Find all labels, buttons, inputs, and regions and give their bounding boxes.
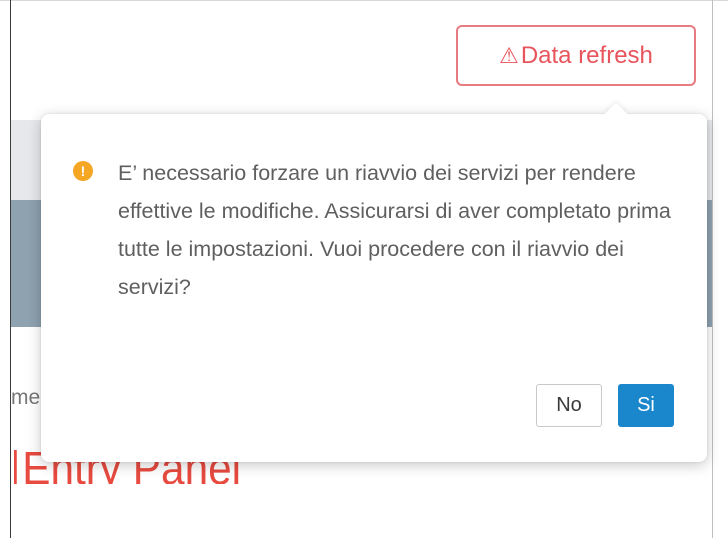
title-accent-bar — [14, 450, 17, 484]
warning-triangle-icon: ⚠ — [499, 42, 519, 68]
window-right-border — [712, 0, 713, 538]
window-top-border — [0, 0, 728, 1]
data-refresh-button[interactable]: ⚠ Data refresh — [456, 25, 696, 86]
popover-message: E’ necessario forzare un riavvio dei ser… — [118, 161, 671, 299]
background-field-label: me — [11, 386, 41, 409]
popover-arrow — [604, 102, 628, 126]
exclamation-circle-icon: ! — [73, 161, 93, 181]
data-refresh-label: Data refresh — [520, 41, 653, 69]
confirm-popover: ! E’ necessario forzare un riavvio dei s… — [41, 102, 707, 462]
no-button[interactable]: No — [536, 384, 602, 427]
yes-button[interactable]: Si — [618, 384, 674, 427]
